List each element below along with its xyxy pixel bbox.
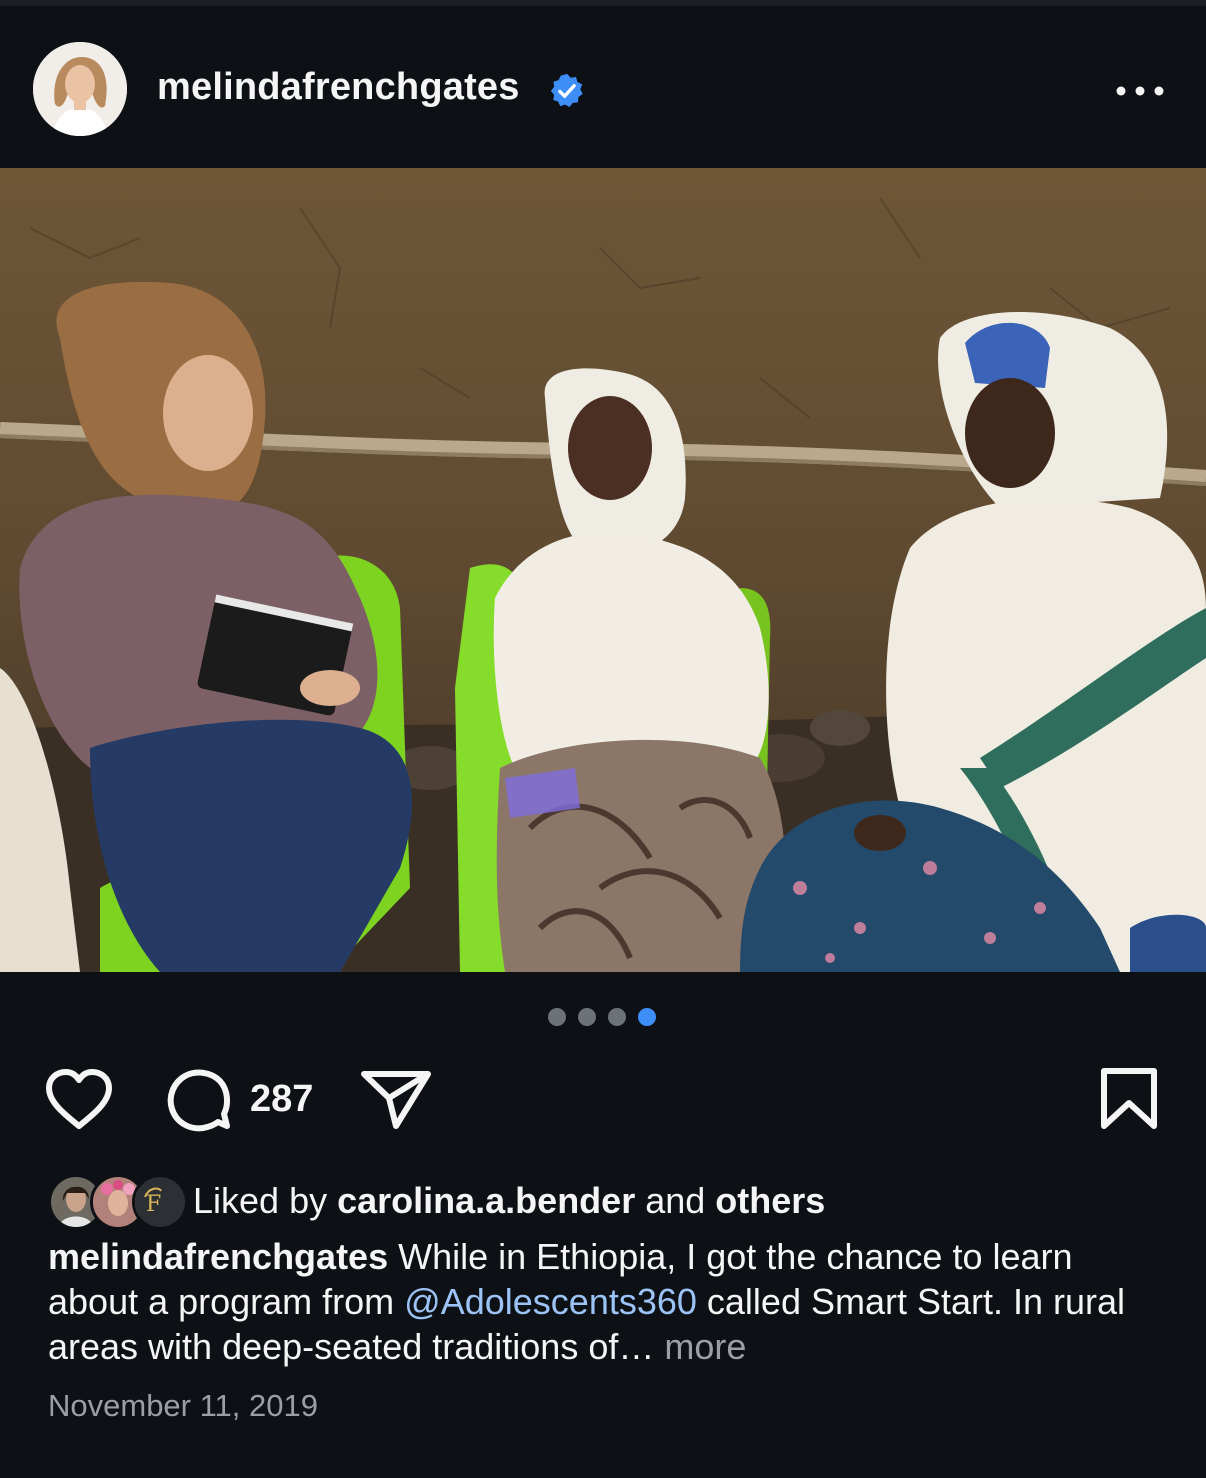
profile-avatar[interactable] — [33, 42, 127, 136]
username[interactable]: melindafrenchgates — [157, 66, 520, 109]
liked-by-others-link[interactable]: others — [715, 1180, 825, 1221]
action-bar — [0, 1060, 1206, 1140]
liked-by-prefix: Liked by — [193, 1180, 338, 1221]
svg-text:F: F — [146, 1192, 161, 1217]
verified-badge-icon — [550, 73, 583, 108]
paper-plane-icon[interactable] — [360, 1068, 432, 1132]
liker-avatar: F — [132, 1174, 188, 1230]
post-header: melindafrenchgates — [0, 8, 1206, 168]
comment-count[interactable]: 287 — [250, 1078, 313, 1121]
heart-icon[interactable] — [44, 1068, 114, 1132]
caption-username[interactable]: melindafrenchgates — [48, 1236, 388, 1277]
bookmark-icon[interactable] — [1098, 1066, 1160, 1132]
post-caption: melindafrenchgates While in Ethiopia, I … — [48, 1234, 1158, 1369]
carousel-dot[interactable] — [548, 1008, 566, 1026]
comment-icon[interactable] — [164, 1066, 234, 1136]
top-divider — [0, 0, 1206, 6]
caption-mention-link[interactable]: @Adolescents360 — [404, 1281, 697, 1322]
caption-more-link[interactable]: more — [664, 1326, 746, 1367]
carousel-indicator — [548, 1008, 668, 1028]
post-date: November 11, 2019 — [48, 1388, 318, 1423]
liker-username-link[interactable]: carolina.a.bender — [337, 1180, 635, 1221]
liked-by-row[interactable]: F Liked by carolina.a.bender and others — [48, 1172, 1148, 1232]
post-photo[interactable] — [0, 168, 1206, 972]
carousel-dot-active[interactable] — [638, 1008, 656, 1026]
carousel-dot[interactable] — [608, 1008, 626, 1026]
carousel-dot[interactable] — [578, 1008, 596, 1026]
liked-by-conjunction: and — [635, 1180, 716, 1221]
more-horizontal-icon[interactable] — [1112, 80, 1168, 102]
liked-by-text: Liked by carolina.a.bender and others — [193, 1180, 825, 1222]
